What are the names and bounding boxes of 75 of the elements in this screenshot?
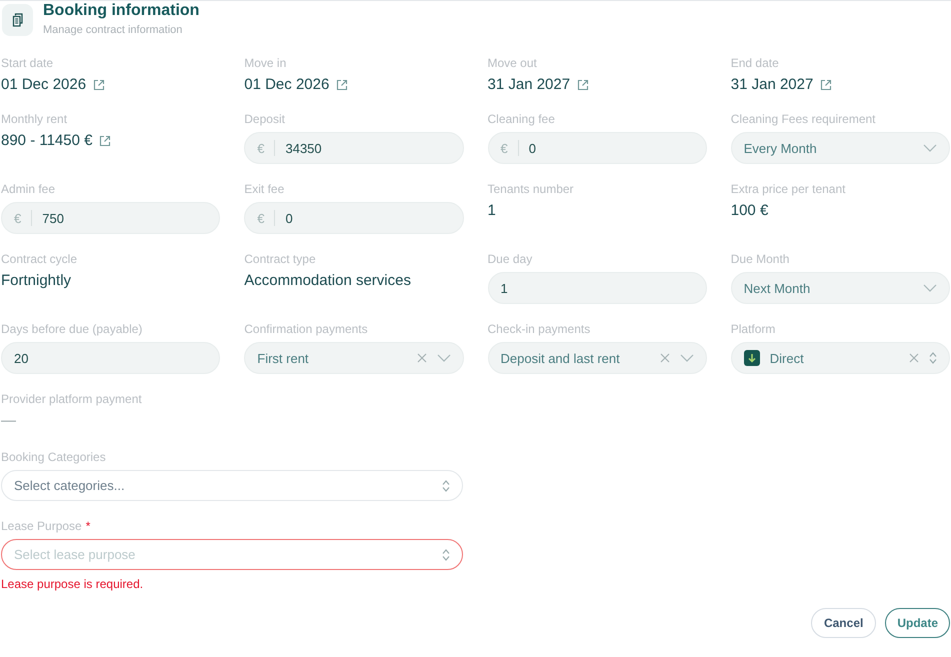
field-label: Provider platform payment: [1, 392, 142, 406]
amount-field[interactable]: € 0: [244, 202, 464, 234]
select-field[interactable]: Every Month: [730, 132, 950, 164]
error-message: Lease purpose is required.: [1, 577, 144, 591]
field-label: Days before due (payable): [1, 322, 142, 336]
clear-icon[interactable]: [416, 353, 426, 363]
external-link-icon[interactable]: [577, 79, 590, 91]
external-link-icon[interactable]: [99, 135, 112, 147]
field-label: Exit fee: [244, 182, 284, 196]
field-label: Lease Purpose: [1, 519, 82, 533]
up-down-chevron-icon[interactable]: [929, 352, 937, 364]
currency-symbol: €: [257, 140, 264, 156]
field-label: End date: [730, 56, 779, 70]
platform-logo-icon: [744, 350, 760, 366]
field-label: Tenants number: [488, 182, 574, 196]
field-label: Admin fee: [1, 182, 56, 196]
field-value: 1: [488, 202, 496, 220]
field-label: Extra price per tenant: [730, 182, 846, 196]
select-field[interactable]: Select categories...: [1, 470, 463, 501]
field-label: Move in: [244, 56, 286, 70]
field-value: 31 Jan 2027: [730, 76, 814, 94]
field-value: 100 €: [730, 202, 768, 220]
input-field[interactable]: 1: [488, 272, 707, 304]
field-value: 01 Dec 2026: [244, 76, 330, 94]
currency-symbol: €: [257, 210, 264, 226]
external-link-icon[interactable]: [93, 79, 106, 91]
external-link-icon[interactable]: [820, 79, 832, 91]
chevron-down-icon[interactable]: [680, 354, 694, 362]
field-label: Due Month: [730, 252, 790, 266]
secondary-button[interactable]: Cancel: [810, 608, 876, 638]
chevron-down-icon[interactable]: [436, 354, 450, 362]
field-label: Booking Categories: [1, 450, 106, 464]
field-label: Platform: [730, 322, 776, 336]
chevron-down-icon[interactable]: [923, 284, 937, 292]
field-label: Due day: [488, 252, 532, 266]
amount-value: 0: [528, 140, 537, 156]
field-label: Cleaning Fees requirement: [730, 112, 876, 126]
field-value: 01 Dec 2026: [1, 76, 86, 94]
amount-field[interactable]: € 0: [488, 132, 707, 164]
select-field[interactable]: Deposit and last rent: [488, 342, 707, 374]
amount-value: 750: [42, 210, 65, 226]
field-label: Contract type: [244, 252, 316, 266]
up-down-chevron-icon[interactable]: [442, 548, 450, 560]
field-label: Contract cycle: [1, 252, 78, 266]
primary-button[interactable]: Update: [885, 608, 950, 638]
section-subtitle: Manage contract information: [43, 23, 182, 37]
external-link-icon[interactable]: [336, 79, 348, 91]
field-value: Accommodation services: [244, 272, 411, 290]
amount-field[interactable]: € 34350: [244, 132, 464, 164]
field-value: —: [1, 412, 16, 430]
up-down-chevron-icon[interactable]: [442, 480, 450, 492]
field-label: Cleaning fee: [488, 112, 555, 126]
required-mark: *: [86, 519, 90, 533]
currency-symbol: €: [500, 140, 508, 156]
currency-symbol: €: [14, 210, 22, 226]
amount-value: 34350: [285, 140, 323, 156]
amount-field[interactable]: € 750: [1, 202, 220, 234]
clear-icon[interactable]: [660, 353, 670, 363]
clear-icon[interactable]: [909, 353, 919, 363]
field-label: Monthly rent: [1, 112, 68, 126]
select-field[interactable]: Direct: [730, 342, 950, 374]
select-field[interactable]: Next Month: [730, 272, 950, 304]
field-value: 890 - 11450 €: [1, 132, 92, 150]
field-value: Fortnightly: [1, 272, 72, 290]
field-label: Confirmation payments: [244, 322, 368, 336]
amount-value: 0: [285, 210, 294, 226]
input-field[interactable]: 20: [1, 342, 220, 374]
field-label: Start date: [1, 56, 54, 70]
chevron-down-icon[interactable]: [923, 144, 937, 152]
select-field[interactable]: First rent: [244, 342, 464, 374]
field-value: 31 Jan 2027: [488, 76, 570, 94]
field-label: Move out: [488, 56, 537, 70]
section-title: Booking information: [43, 2, 200, 20]
field-label: Check-in payments: [488, 322, 590, 336]
field-label: Deposit: [244, 112, 285, 126]
